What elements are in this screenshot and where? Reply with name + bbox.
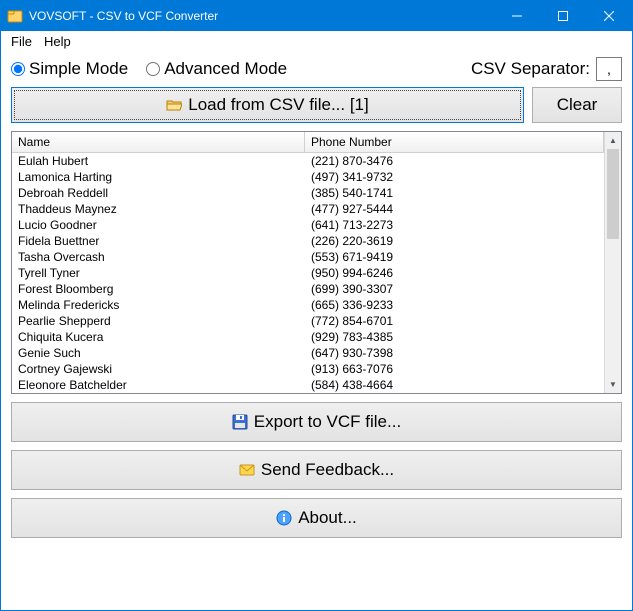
cell-phone: (385) 540-1741 [305, 185, 604, 201]
app-icon [7, 8, 23, 24]
vertical-scrollbar[interactable]: ▲ ▼ [604, 132, 621, 393]
export-vcf-button[interactable]: Export to VCF file... [11, 402, 622, 442]
folder-open-icon [166, 97, 182, 113]
simple-mode-radio[interactable]: Simple Mode [11, 59, 128, 79]
send-feedback-button[interactable]: Send Feedback... [11, 450, 622, 490]
simple-mode-radio-input[interactable] [11, 62, 25, 76]
csv-separator-input[interactable] [596, 57, 622, 81]
maximize-button[interactable] [540, 1, 586, 31]
clear-button[interactable]: Clear [532, 87, 622, 123]
cell-name: Eleonore Batchelder [12, 377, 305, 393]
table-row[interactable]: Genie Such(647) 930-7398 [12, 345, 604, 361]
table-row[interactable]: Lamonica Harting(497) 341-9732 [12, 169, 604, 185]
cell-phone: (497) 341-9732 [305, 169, 604, 185]
cell-phone: (226) 220-3619 [305, 233, 604, 249]
table-body[interactable]: Eulah Hubert(221) 870-3476Lamonica Harti… [12, 153, 604, 393]
cell-name: Genie Such [12, 345, 305, 361]
close-button[interactable] [586, 1, 632, 31]
table-row[interactable]: Debroah Reddell(385) 540-1741 [12, 185, 604, 201]
cell-phone: (647) 930-7398 [305, 345, 604, 361]
scroll-thumb[interactable] [607, 149, 619, 239]
table-row[interactable]: Forest Bloomberg(699) 390-3307 [12, 281, 604, 297]
clear-label: Clear [557, 95, 598, 115]
cell-name: Pearlie Shepperd [12, 313, 305, 329]
load-csv-label: Load from CSV file... [1] [188, 95, 368, 115]
cell-phone: (477) 927-5444 [305, 201, 604, 217]
advanced-mode-radio-input[interactable] [146, 62, 160, 76]
window-controls [494, 1, 632, 31]
table-row[interactable]: Chiquita Kucera(929) 783-4385 [12, 329, 604, 345]
advanced-mode-label: Advanced Mode [164, 59, 287, 79]
cell-phone: (641) 713-2273 [305, 217, 604, 233]
menu-bar: File Help [1, 31, 632, 51]
export-label: Export to VCF file... [254, 412, 401, 432]
cell-name: Thaddeus Maynez [12, 201, 305, 217]
table-row[interactable]: Fidela Buettner(226) 220-3619 [12, 233, 604, 249]
cell-name: Debroah Reddell [12, 185, 305, 201]
table-row[interactable]: Melinda Fredericks(665) 336-9233 [12, 297, 604, 313]
cell-phone: (553) 671-9419 [305, 249, 604, 265]
minimize-button[interactable] [494, 1, 540, 31]
cell-name: Tasha Overcash [12, 249, 305, 265]
cell-name: Fidela Buettner [12, 233, 305, 249]
contacts-table: Name Phone Number Eulah Hubert(221) 870-… [11, 131, 622, 394]
column-phone[interactable]: Phone Number [305, 132, 604, 152]
cell-phone: (221) 870-3476 [305, 153, 604, 169]
cell-name: Lucio Goodner [12, 217, 305, 233]
scroll-up-icon[interactable]: ▲ [605, 132, 621, 149]
scroll-down-icon[interactable]: ▼ [605, 376, 621, 393]
menu-file[interactable]: File [5, 32, 38, 51]
scroll-track[interactable] [605, 149, 621, 376]
csv-separator-label: CSV Separator: [471, 59, 590, 79]
about-button[interactable]: About... [11, 498, 622, 538]
cell-phone: (772) 854-6701 [305, 313, 604, 329]
cell-name: Lamonica Harting [12, 169, 305, 185]
mail-icon [239, 462, 255, 478]
table-header: Name Phone Number [12, 132, 604, 153]
load-row: Load from CSV file... [1] Clear [1, 87, 632, 131]
about-label: About... [298, 508, 357, 528]
info-icon [276, 510, 292, 526]
cell-name: Eulah Hubert [12, 153, 305, 169]
title-bar: VOVSOFT - CSV to VCF Converter [1, 1, 632, 31]
menu-help[interactable]: Help [38, 32, 77, 51]
table-row[interactable]: Eleonore Batchelder(584) 438-4664 [12, 377, 604, 393]
simple-mode-label: Simple Mode [29, 59, 128, 79]
cell-phone: (699) 390-3307 [305, 281, 604, 297]
window-title: VOVSOFT - CSV to VCF Converter [29, 9, 494, 23]
table-row[interactable]: Eulah Hubert(221) 870-3476 [12, 153, 604, 169]
table-row[interactable]: Tasha Overcash(553) 671-9419 [12, 249, 604, 265]
advanced-mode-radio[interactable]: Advanced Mode [146, 59, 287, 79]
cell-phone: (950) 994-6246 [305, 265, 604, 281]
mode-row: Simple Mode Advanced Mode CSV Separator: [1, 51, 632, 87]
table-row[interactable]: Lucio Goodner(641) 713-2273 [12, 217, 604, 233]
cell-name: Forest Bloomberg [12, 281, 305, 297]
table-row[interactable]: Thaddeus Maynez(477) 927-5444 [12, 201, 604, 217]
cell-phone: (584) 438-4664 [305, 377, 604, 393]
cell-phone: (665) 336-9233 [305, 297, 604, 313]
load-csv-button[interactable]: Load from CSV file... [1] [11, 87, 524, 123]
cell-name: Chiquita Kucera [12, 329, 305, 345]
table-row[interactable]: Cortney Gajewski(913) 663-7076 [12, 361, 604, 377]
cell-name: Tyrell Tyner [12, 265, 305, 281]
cell-name: Melinda Fredericks [12, 297, 305, 313]
feedback-label: Send Feedback... [261, 460, 394, 480]
cell-phone: (929) 783-4385 [305, 329, 604, 345]
cell-phone: (913) 663-7076 [305, 361, 604, 377]
column-name[interactable]: Name [12, 132, 305, 152]
table-row[interactable]: Tyrell Tyner(950) 994-6246 [12, 265, 604, 281]
save-icon [232, 414, 248, 430]
table-row[interactable]: Pearlie Shepperd(772) 854-6701 [12, 313, 604, 329]
cell-name: Cortney Gajewski [12, 361, 305, 377]
